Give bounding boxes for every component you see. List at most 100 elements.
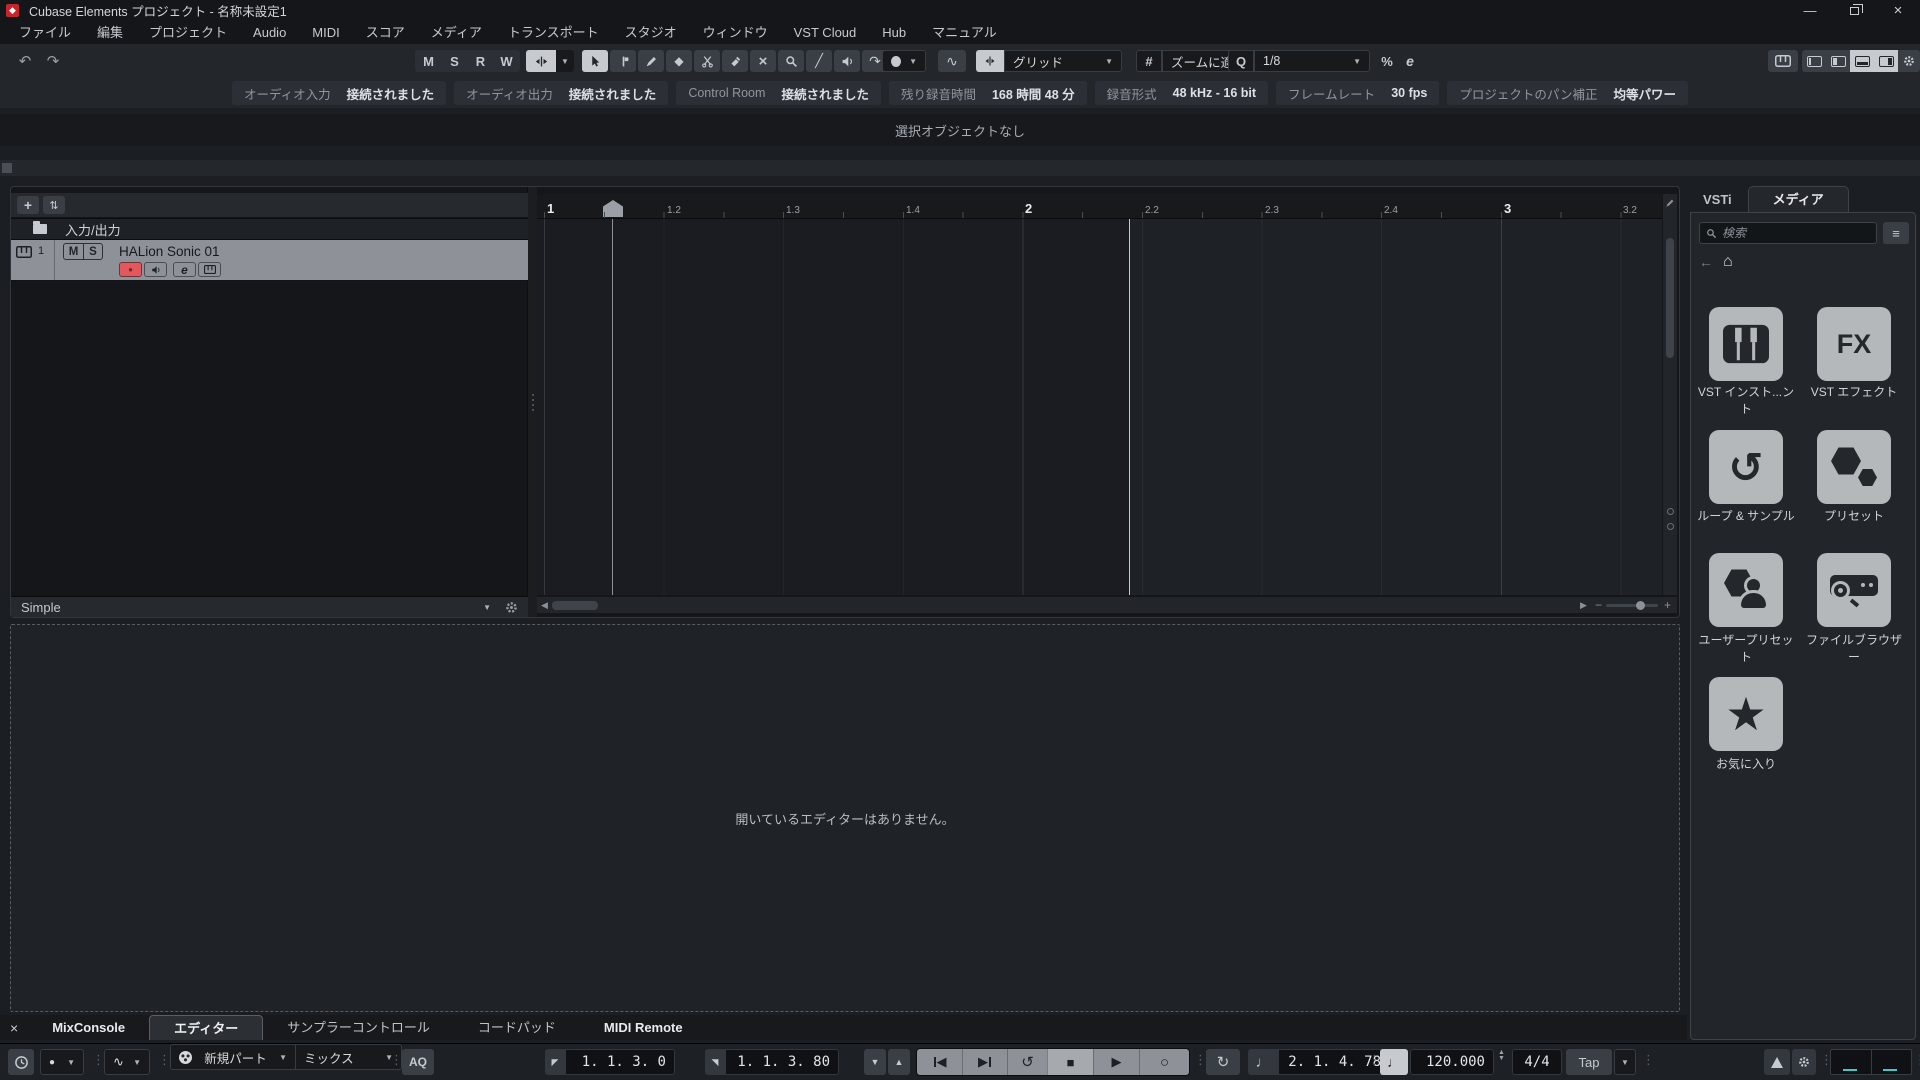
erase-tool[interactable]: ◆ bbox=[666, 50, 692, 72]
time-display-format-button[interactable]: ♩ bbox=[1248, 1049, 1278, 1075]
lower-zone-editor[interactable]: 開いているエディターはありません。 bbox=[10, 624, 1680, 1012]
glue-tool[interactable] bbox=[722, 50, 748, 72]
horizontal-zoom-slider[interactable] bbox=[1605, 600, 1658, 610]
monitor-button[interactable] bbox=[144, 262, 167, 277]
onscreen-keyboard-button[interactable] bbox=[1768, 50, 1798, 72]
automation-curve-button[interactable]: ∿ bbox=[938, 50, 966, 72]
time-signature-field[interactable]: 4/4 bbox=[1512, 1049, 1562, 1075]
media-tile-vst-instruments[interactable] bbox=[1709, 307, 1783, 381]
audio-record-mode-select[interactable]: ∿ ▼ bbox=[104, 1049, 150, 1075]
stop-button[interactable]: ■ bbox=[1047, 1049, 1093, 1075]
auto-quantize-button[interactable]: AQ bbox=[402, 1049, 434, 1075]
media-tile-presets[interactable] bbox=[1817, 430, 1891, 504]
edit-channel-button[interactable]: e bbox=[173, 262, 196, 277]
play-button[interactable]: ▶ bbox=[1093, 1049, 1139, 1075]
instrument-track-row[interactable]: 1 M S HALion Sonic 01 ● e bbox=[11, 240, 528, 281]
solo-all-button[interactable]: S bbox=[443, 50, 466, 72]
go-to-previous-marker-button[interactable]: ◀ bbox=[917, 1049, 962, 1075]
track-settings-gear-icon[interactable] bbox=[505, 601, 518, 614]
menu-score[interactable]: スコア bbox=[353, 21, 418, 44]
tab-midi-remote[interactable]: MIDI Remote bbox=[580, 1015, 707, 1040]
punch-in-button[interactable]: ▼ bbox=[864, 1049, 886, 1075]
chevron-down-icon[interactable]: ▼ bbox=[483, 603, 491, 612]
quantize-panel-button[interactable]: e bbox=[1400, 50, 1420, 72]
menu-studio[interactable]: スタジオ bbox=[612, 21, 690, 44]
vertical-zoom-dot[interactable] bbox=[1666, 508, 1674, 515]
media-back-button[interactable]: ← bbox=[1699, 254, 1713, 270]
quantize-icon-button[interactable]: Q bbox=[1228, 50, 1254, 72]
draw-tool[interactable] bbox=[638, 50, 664, 72]
menu-project[interactable]: プロジェクト bbox=[136, 21, 240, 44]
right-locator-field[interactable]: 1. 1. 3. 80 bbox=[725, 1049, 839, 1075]
menu-edit[interactable]: 編集 bbox=[84, 21, 136, 44]
menu-file[interactable]: ファイル bbox=[6, 21, 84, 44]
menu-transport[interactable]: トランスポート bbox=[495, 21, 612, 44]
common-record-mode-select[interactable]: ● ▼ bbox=[40, 1049, 84, 1075]
menu-window[interactable]: ウィンドウ bbox=[690, 21, 781, 44]
pre-roll-cycle-button[interactable]: ↻ bbox=[1206, 1049, 1240, 1075]
menu-midi[interactable]: MIDI bbox=[299, 21, 352, 44]
midi-record-mode-select[interactable]: 新規パート ▼ bbox=[170, 1044, 296, 1070]
record-enable-button[interactable]: ● bbox=[119, 262, 142, 277]
zoom-in-button[interactable]: + bbox=[1658, 598, 1677, 612]
auto-scroll-button[interactable] bbox=[526, 50, 556, 72]
snap-on-off-button[interactable] bbox=[976, 50, 1004, 72]
track-solo-button[interactable]: S bbox=[83, 244, 102, 259]
media-tile-loops-samples[interactable]: ↺ bbox=[1709, 430, 1783, 504]
horizontal-scrollbar[interactable]: ◀ ▶ − + bbox=[537, 597, 1677, 613]
toggle-inspector-button[interactable] bbox=[1826, 50, 1850, 72]
go-to-next-marker-button[interactable]: ▶ bbox=[962, 1049, 1007, 1075]
divider-handle[interactable] bbox=[2, 163, 12, 173]
track-preset-button[interactable]: ⇅ bbox=[43, 196, 65, 214]
horizontal-scroll-thumb[interactable] bbox=[551, 600, 598, 610]
toggle-lower-zone-button[interactable] bbox=[1850, 50, 1874, 72]
record-button[interactable]: ○ bbox=[1139, 1049, 1189, 1075]
range-selection-tool[interactable] bbox=[610, 50, 636, 72]
menu-vst-cloud[interactable]: VST Cloud bbox=[781, 21, 870, 44]
mute-all-button[interactable]: M bbox=[417, 50, 440, 72]
track-preset-name[interactable]: Simple bbox=[21, 600, 61, 615]
track-name[interactable]: HALion Sonic 01 bbox=[119, 244, 220, 259]
tempo-track-button[interactable]: ♩ bbox=[1380, 1049, 1408, 1075]
close-button[interactable]: × bbox=[1876, 0, 1920, 21]
play-tool[interactable] bbox=[834, 50, 860, 72]
edit-instrument-button[interactable] bbox=[198, 262, 221, 277]
right-locator-flag[interactable]: ◥ bbox=[705, 1049, 725, 1075]
project-cursor-handle[interactable] bbox=[603, 200, 623, 217]
menu-hub[interactable]: Hub bbox=[869, 21, 919, 44]
output-level-meter[interactable] bbox=[1830, 1049, 1912, 1075]
auto-scroll-options-button[interactable]: ▼ bbox=[556, 50, 574, 72]
tap-tempo-button[interactable]: Tap bbox=[1566, 1049, 1612, 1075]
metronome-settings-button[interactable] bbox=[1792, 1049, 1816, 1075]
tempo-spinner[interactable]: ▲ ▼ bbox=[1498, 1049, 1505, 1062]
window-layout-setup-button[interactable] bbox=[1898, 50, 1920, 72]
zoom-out-button[interactable]: − bbox=[1591, 598, 1606, 612]
time-format-button[interactable] bbox=[8, 1049, 34, 1075]
media-search-input[interactable] bbox=[1722, 226, 1862, 240]
menu-media[interactable]: メディア bbox=[418, 21, 495, 44]
tab-vsti[interactable]: VSTi bbox=[1687, 187, 1748, 212]
left-locator-field[interactable]: 1. 1. 3. 0 bbox=[565, 1049, 675, 1075]
close-lower-zone-button[interactable]: × bbox=[0, 1020, 28, 1036]
toggle-left-zone-button[interactable] bbox=[1802, 50, 1826, 72]
scroll-right-icon[interactable]: ▶ bbox=[1576, 600, 1591, 611]
track-list-splitter[interactable] bbox=[528, 187, 537, 617]
media-search-box[interactable] bbox=[1699, 222, 1877, 244]
track-mute-button[interactable]: M bbox=[64, 244, 83, 259]
menu-manual[interactable]: マニュアル bbox=[919, 21, 1010, 44]
mute-tool[interactable]: × bbox=[750, 50, 776, 72]
media-home-button[interactable]: ⌂ bbox=[1723, 253, 1733, 271]
iterative-quantize-button[interactable]: % bbox=[1376, 50, 1398, 72]
metronome-button[interactable] bbox=[1764, 1049, 1790, 1075]
quantize-preset-select[interactable]: 1/8 ▼ bbox=[1254, 50, 1370, 72]
media-tile-vst-effects[interactable]: FX bbox=[1817, 307, 1891, 381]
tab-editor[interactable]: エディター bbox=[149, 1015, 264, 1040]
redo-button[interactable]: ↷ bbox=[42, 50, 64, 72]
zoom-slider-handle[interactable] bbox=[1635, 600, 1645, 610]
color-menu[interactable]: ▼ bbox=[882, 50, 926, 72]
tab-mixconsole[interactable]: MixConsole bbox=[28, 1015, 149, 1040]
vertical-scroll-thumb[interactable] bbox=[1666, 238, 1674, 358]
zoom-tool[interactable] bbox=[778, 50, 804, 72]
write-automation-button[interactable]: W bbox=[495, 50, 518, 72]
tab-chord-pads[interactable]: コードパッド bbox=[454, 1015, 580, 1040]
